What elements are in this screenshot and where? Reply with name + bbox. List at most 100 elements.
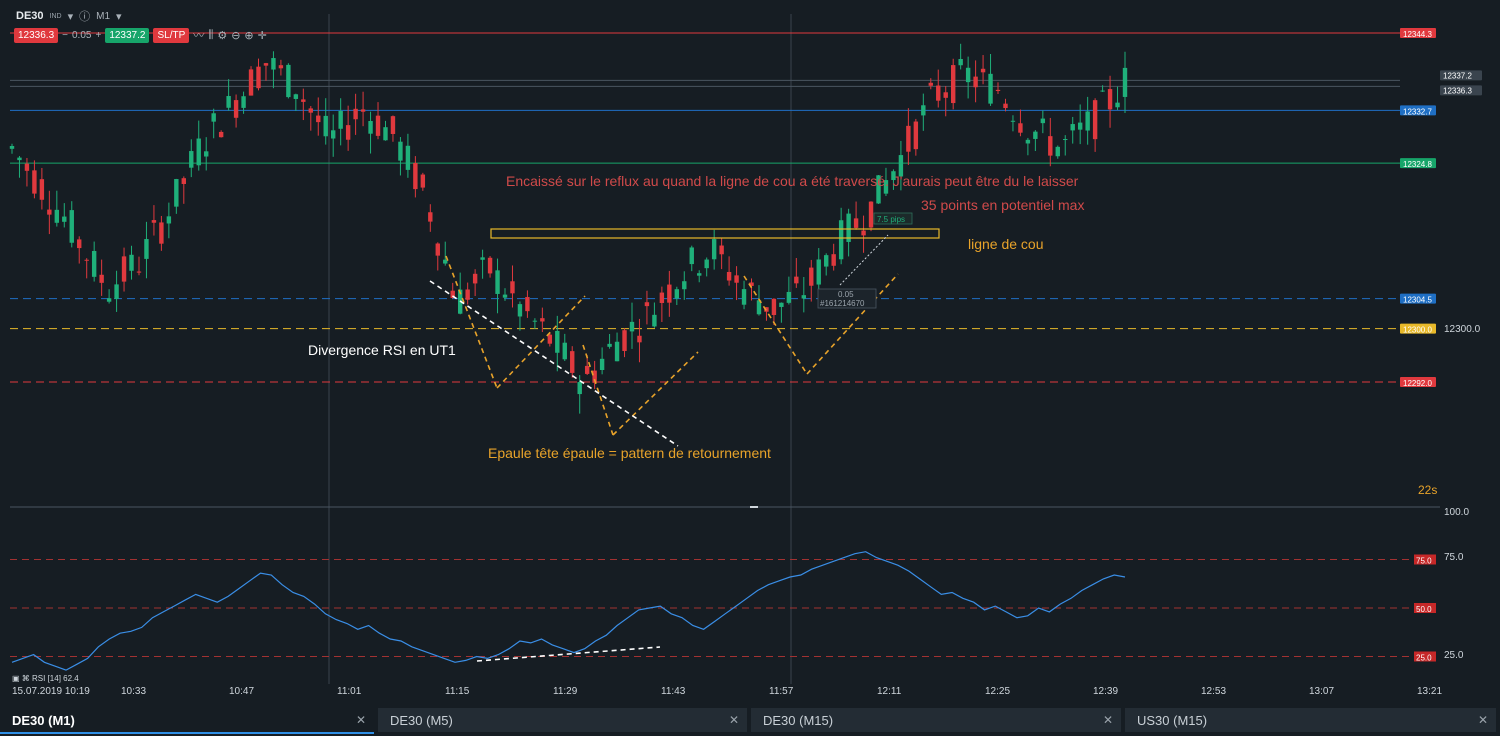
close-icon[interactable]: ✕ (1103, 713, 1113, 727)
candle-body (711, 239, 717, 260)
timeframe-selector[interactable]: M1 (96, 11, 110, 22)
indicators-icon[interactable]: ⚙ (217, 29, 227, 42)
annotation-neckline: ligne de cou (968, 236, 1044, 252)
candle-body (256, 66, 261, 89)
candle-body (540, 318, 545, 322)
time-axis-label: 11:01 (337, 686, 362, 697)
plus-icon[interactable]: + (95, 30, 101, 41)
candle-body (599, 358, 605, 370)
candle-body (988, 73, 993, 104)
candle-body (570, 351, 575, 373)
candle-body (913, 121, 919, 150)
candle-body (682, 281, 687, 290)
candle-body (84, 259, 89, 261)
rsi-axis-75: 75.0 (1444, 552, 1464, 563)
candle-body (577, 382, 582, 395)
tab-label: DE30 (M1) (12, 712, 75, 728)
candle-body (1033, 131, 1038, 139)
annotation-potential: 35 points en potentiel max (921, 197, 1084, 213)
candle-body (801, 295, 806, 299)
price-level-label: 12344.3 (1403, 30, 1432, 39)
close-icon[interactable]: ✕ (729, 713, 739, 727)
candle-body (831, 254, 836, 266)
rsi-level-label: 25.0 (1416, 654, 1432, 663)
candle-body (637, 335, 642, 343)
candle-body (1107, 89, 1113, 110)
line-chart-icon[interactable]: 〰 (193, 27, 204, 43)
chart-canvas[interactable]: 12344.3 12337.2 12336.3 12332.7 12324.8 12304… (0, 0, 1500, 704)
candle-body (584, 365, 590, 374)
candle-body (622, 330, 627, 352)
tab-us30-m15[interactable]: US30 (M15) ✕ (1125, 708, 1496, 732)
candle-body (779, 302, 784, 307)
price-level-label: 12304.5 (1403, 296, 1432, 305)
candle-body (525, 297, 530, 312)
candle-body (965, 67, 971, 83)
chevron-down-icon[interactable]: ▾ (68, 10, 74, 23)
minus-icon[interactable]: − (62, 30, 68, 41)
tab-de30-m1[interactable]: DE30 (M1) ✕ (0, 708, 374, 734)
candle-body (375, 115, 381, 136)
candle-body (771, 298, 777, 315)
candle-body (943, 92, 948, 98)
price-level-label: 12324.8 (1403, 160, 1432, 169)
zoom-in-icon[interactable]: ⊕ (244, 29, 253, 42)
candle-body (704, 259, 709, 269)
chart-toolbar: DE30 IND ▾ ⓘ M1 ▾ 12336.3 − 0.05 + 12337… (0, 0, 300, 46)
close-icon[interactable]: ✕ (1478, 713, 1488, 727)
candle-body (69, 210, 74, 243)
sltp-button[interactable]: SL/TP (153, 27, 190, 43)
candle-body (218, 131, 224, 138)
candle-body (308, 108, 313, 113)
chart-tabs: DE30 (M1) ✕ DE30 (M5) ✕ DE30 (M15) ✕ US30 (… (0, 704, 1500, 736)
candle-body (62, 216, 67, 222)
tab-de30-m15[interactable]: DE30 (M15) ✕ (751, 708, 1121, 732)
candle-body (555, 330, 560, 353)
candle-body (353, 108, 358, 120)
candle-body (323, 115, 328, 137)
time-axis-label: 13:21 (1417, 686, 1442, 697)
sell-price-button[interactable]: 12336.3 (14, 27, 59, 43)
rsi-indicator-label: ▣ ⌘ RSI [14] 62.4 (12, 674, 79, 683)
rsi-axis-100: 100.0 (1444, 507, 1469, 518)
candle-body (248, 69, 254, 96)
candle-body (1115, 102, 1120, 108)
candle-body (659, 292, 665, 303)
tab-de30-m5[interactable]: DE30 (M5) ✕ (378, 708, 747, 732)
candle-body (345, 125, 351, 140)
candles-icon[interactable]: ⫼ (208, 29, 213, 42)
info-icon[interactable]: ⓘ (79, 8, 90, 24)
candle-body (1122, 67, 1128, 97)
candle-body (435, 243, 440, 256)
candle-body (32, 170, 37, 194)
candle-body (1063, 139, 1068, 141)
candle-body (420, 174, 426, 188)
candle-body (136, 271, 142, 273)
chevron-down-icon[interactable]: ▾ (116, 10, 122, 23)
buy-price-button[interactable]: 12337.2 (105, 27, 150, 43)
candle-body (159, 222, 164, 244)
candle-body (809, 267, 814, 286)
candle-body (1003, 103, 1008, 109)
zoom-out-icon[interactable]: ⊖ (231, 29, 240, 42)
candle-body (995, 89, 1001, 92)
candle-body (174, 179, 179, 207)
candle-body (562, 342, 567, 360)
candle-body (689, 247, 694, 265)
candle-body (241, 96, 246, 108)
candle-body (9, 146, 15, 149)
candle-body (674, 289, 680, 299)
time-axis-label: 12:39 (1093, 686, 1118, 697)
symbol-selector[interactable]: DE30 (16, 10, 44, 22)
tab-label: DE30 (M5) (390, 712, 453, 728)
price-level-label: 12300.0 (1403, 326, 1432, 335)
candle-body (465, 289, 470, 300)
candle-body (233, 100, 239, 118)
candle-body (106, 298, 112, 302)
candle-body (487, 257, 493, 274)
crosshair-icon[interactable]: ✛ (258, 29, 267, 42)
candle-body (99, 274, 104, 283)
spread-value[interactable]: 0.05 (72, 30, 91, 41)
close-icon[interactable]: ✕ (356, 713, 366, 727)
candle-body (697, 273, 702, 276)
